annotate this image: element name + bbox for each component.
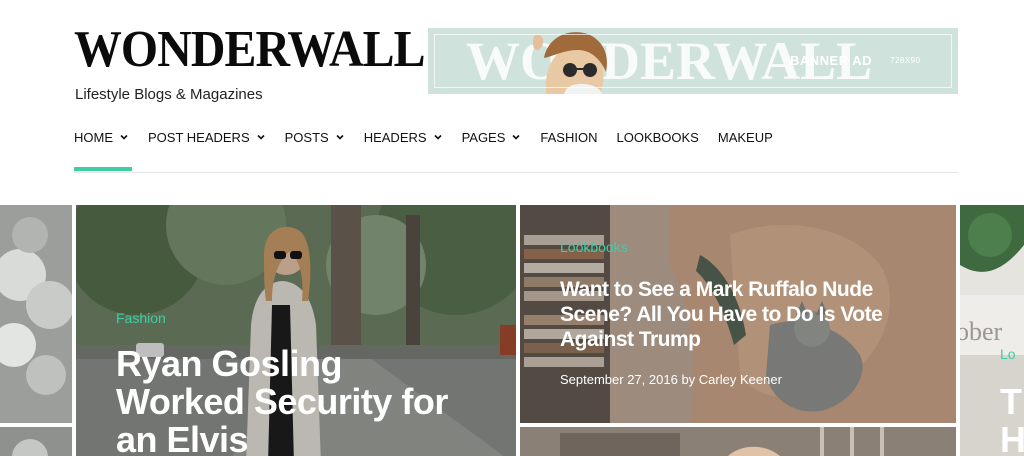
site-logo[interactable]: WONDERWALL (74, 22, 426, 78)
nav-item-label: MAKEUP (717, 129, 773, 145)
nav-item-label: HOME (74, 129, 113, 145)
slide-title-line: Want to See a Mark Ruffalo Nude (560, 278, 873, 301)
slide-title[interactable]: T H (1000, 383, 1024, 456)
banner-ad[interactable]: WONDERWALL BANNER AD 728X90 (428, 28, 958, 94)
slide-meta: September 27, 2016 by Carley Keener (560, 372, 782, 387)
nav-item-pages[interactable]: PAGES (462, 128, 522, 146)
slide-title-line: Scene? All You Have to Do Is Vote (560, 303, 883, 326)
nav-active-indicator (74, 167, 132, 171)
slide-title[interactable]: Want to See a Mark Ruffalo Nude Scene? A… (560, 277, 940, 352)
slide-title-line: Worked Security for (116, 381, 448, 422)
nav-item-label: POSTS (284, 129, 329, 145)
nav-item-label: POST HEADERS (148, 129, 250, 145)
banner-label: BANNER AD (790, 53, 873, 68)
banner-size: 728X90 (890, 56, 921, 65)
nav-item-home[interactable]: HOME (74, 128, 129, 146)
slide-edge-left-lower[interactable] (0, 427, 72, 456)
nav-item-label: PAGES (461, 129, 506, 145)
slide-right-bottom[interactable] (520, 427, 956, 456)
slide-edge-left[interactable] (0, 205, 72, 423)
slide-title-line: T (1000, 381, 1022, 422)
chevron-down-icon (512, 134, 520, 140)
slide-title-line: Ryan Gosling (116, 343, 343, 384)
slide-edge-right[interactable]: ober Lo T H (960, 205, 1024, 456)
slide-main[interactable]: Fashion Ryan Gosling Worked Security for… (76, 205, 516, 456)
slide-by: by (681, 372, 696, 387)
slide-title-line: an Elvis (116, 419, 249, 456)
slide-category[interactable]: Lookbooks (560, 239, 628, 255)
slide-title-line: H (1000, 419, 1024, 456)
nav-item-post-headers[interactable]: POST HEADERS (148, 128, 266, 146)
slide-image (0, 427, 72, 456)
slide-category[interactable]: Fashion (116, 310, 166, 326)
slide-image (0, 205, 72, 423)
nav-item-makeup[interactable]: MAKEUP (718, 128, 773, 146)
slide-title-line: Against Trump (560, 328, 701, 351)
slide-category[interactable]: Lo (1000, 346, 1016, 362)
chevron-down-icon (120, 134, 128, 140)
site-tagline: Lifestyle Blogs & Magazines (75, 86, 263, 103)
nav-item-posts[interactable]: POSTS (285, 128, 345, 146)
nav-item-label: HEADERS (363, 129, 427, 145)
main-nav: HOME POST HEADERS POSTS HEADERS PAGES FA… (74, 128, 792, 146)
nav-item-label: FASHION (540, 129, 598, 145)
slide-right-top[interactable]: Lookbooks Want to See a Mark Ruffalo Nud… (520, 205, 956, 423)
slide-date: September 27, 2016 (560, 372, 678, 387)
nav-divider (74, 172, 958, 173)
nav-item-fashion[interactable]: FASHION (540, 128, 597, 146)
slide-edge-fragment: ober (960, 317, 1003, 346)
slide-title[interactable]: Ryan Gosling Worked Security for an Elvi… (116, 345, 506, 456)
slide-image (520, 427, 956, 456)
nav-item-label: LOOKBOOKS (616, 129, 699, 145)
nav-item-headers[interactable]: HEADERS (364, 128, 443, 146)
chevron-down-icon (336, 134, 344, 140)
chevron-down-icon (257, 134, 265, 140)
nav-item-lookbooks[interactable]: LOOKBOOKS (616, 128, 698, 146)
slide-author[interactable]: Carley Keener (699, 372, 782, 387)
banner-frame (434, 34, 952, 88)
chevron-down-icon (433, 134, 442, 140)
